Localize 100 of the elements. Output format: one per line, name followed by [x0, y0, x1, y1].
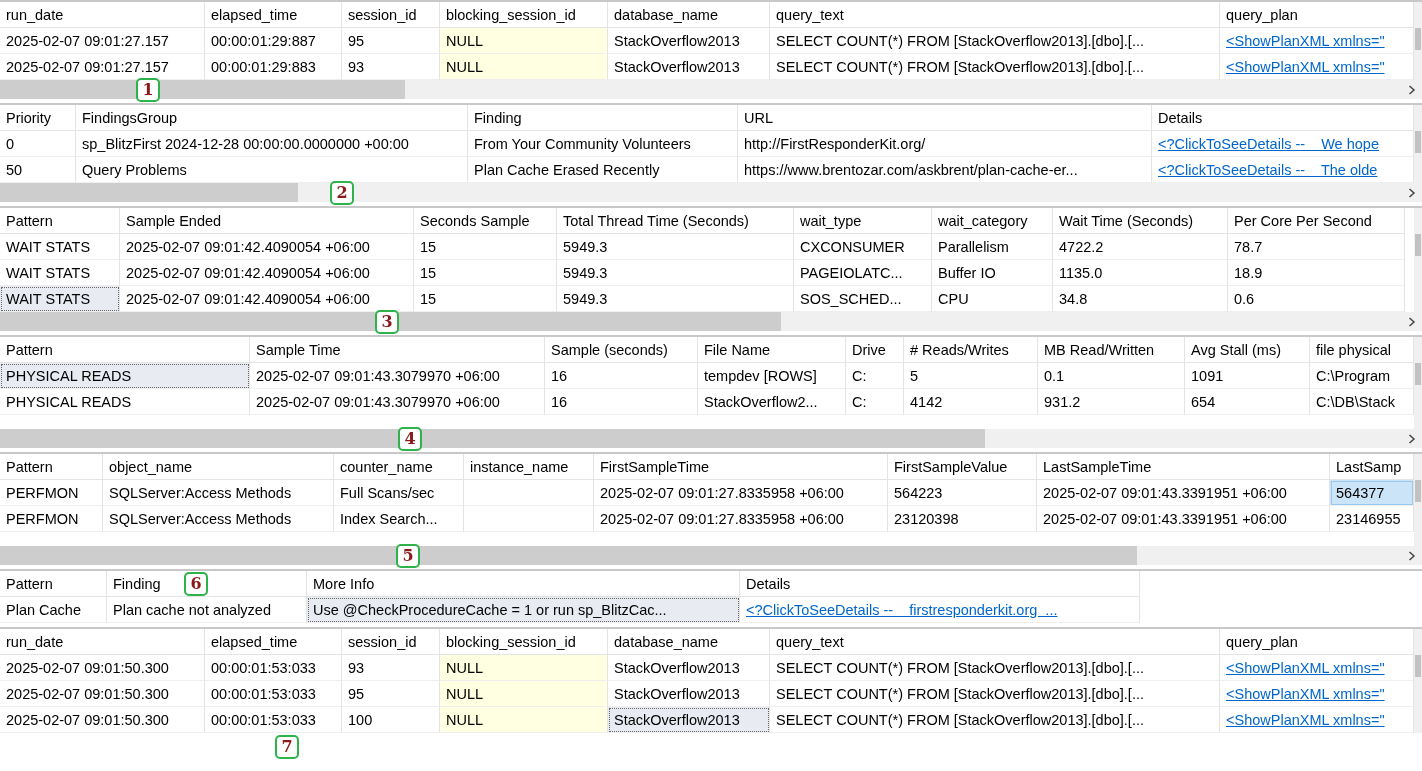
- chevron-right-icon[interactable]: [1408, 551, 1416, 561]
- column-header[interactable]: session_id: [342, 2, 440, 28]
- table-cell: 2025-02-07 09:01:27.157: [0, 28, 205, 54]
- table-cell: 2025-02-07 09:01:27.8335958 +06:00: [594, 506, 888, 532]
- column-header[interactable]: database_name: [608, 629, 770, 655]
- column-header[interactable]: Sample Ended: [120, 208, 414, 234]
- vertical-scrollbar[interactable]: [1414, 629, 1422, 733]
- column-header[interactable]: Drive: [846, 337, 904, 363]
- table-cell: Parallelism: [932, 234, 1053, 260]
- vertical-scrollbar[interactable]: [1414, 454, 1422, 546]
- column-header[interactable]: instance_name: [464, 454, 594, 480]
- column-header[interactable]: More Info: [307, 571, 740, 597]
- table-cell: 5: [904, 363, 1038, 389]
- table-cell: NULL: [440, 54, 608, 80]
- column-header[interactable]: query_plan: [1220, 2, 1414, 28]
- horizontal-scrollbar[interactable]: [0, 546, 1422, 565]
- table-cell: PHYSICAL READS: [0, 363, 250, 389]
- column-header[interactable]: Sample (seconds): [545, 337, 698, 363]
- link-cell[interactable]: <ShowPlanXML xmlns=": [1220, 655, 1414, 681]
- table-cell: Buffer IO: [932, 260, 1053, 286]
- column-header[interactable]: session_id: [342, 629, 440, 655]
- column-header[interactable]: run_date: [0, 629, 205, 655]
- table-cell: SELECT COUNT(*) FROM [StackOverflow2013].[dbo].[...: [770, 54, 1220, 80]
- column-header[interactable]: Pattern: [0, 337, 250, 363]
- link-cell[interactable]: <?ClickToSeeDetails -- firstresponderkit.org ...: [740, 597, 1140, 623]
- vertical-scrollbar[interactable]: [1414, 208, 1422, 312]
- column-header[interactable]: Pattern: [0, 208, 120, 234]
- chevron-right-icon[interactable]: [1408, 188, 1416, 198]
- column-header[interactable]: # Reads/Writes: [904, 337, 1038, 363]
- column-header[interactable]: query_text: [770, 629, 1220, 655]
- column-header[interactable]: Priority: [0, 105, 76, 131]
- table-cell: 5949.3: [557, 260, 794, 286]
- vertical-scrollbar[interactable]: [1414, 337, 1422, 429]
- link-cell[interactable]: <ShowPlanXML xmlns=": [1220, 54, 1414, 80]
- table-cell: SELECT COUNT(*) FROM [StackOverflow2013].[dbo].[...: [770, 655, 1220, 681]
- column-header[interactable]: Avg Stall (ms): [1185, 337, 1310, 363]
- table-cell: NULL: [440, 707, 608, 733]
- table-cell: http://FirstResponderKit.org/: [738, 131, 1152, 157]
- table-cell: 2025-02-07 09:01:43.3079970 +06:00: [250, 389, 545, 415]
- column-header[interactable]: File Name: [698, 337, 846, 363]
- link-cell[interactable]: <?ClickToSeeDetails -- We hope: [1152, 131, 1414, 157]
- column-header[interactable]: Per Core Per Second: [1228, 208, 1405, 234]
- column-header[interactable]: MB Read/Written: [1038, 337, 1185, 363]
- column-header[interactable]: file physical: [1310, 337, 1414, 363]
- table-cell: 1135.0: [1053, 260, 1228, 286]
- column-header[interactable]: blocking_session_id: [440, 2, 608, 28]
- column-header[interactable]: blocking_session_id: [440, 629, 608, 655]
- column-header[interactable]: elapsed_time: [205, 2, 342, 28]
- table-cell: 5949.3: [557, 234, 794, 260]
- column-header[interactable]: Wait Time (Seconds): [1053, 208, 1228, 234]
- table-cell: WAIT STATS: [0, 260, 120, 286]
- column-header[interactable]: query_plan: [1220, 629, 1414, 655]
- table-cell: Plan Cache Erased Recently: [468, 157, 738, 183]
- column-header[interactable]: Pattern: [0, 454, 103, 480]
- horizontal-scrollbar[interactable]: [0, 183, 1422, 202]
- column-header[interactable]: database_name: [608, 2, 770, 28]
- link-cell[interactable]: <ShowPlanXML xmlns=": [1220, 707, 1414, 733]
- table-cell: 00:00:01:53:033: [205, 681, 342, 707]
- table-cell: 16: [545, 389, 698, 415]
- column-header[interactable]: Finding: [468, 105, 738, 131]
- column-header[interactable]: LastSamp: [1330, 454, 1414, 480]
- column-header[interactable]: object_name: [103, 454, 334, 480]
- vertical-scrollbar[interactable]: [1414, 105, 1422, 183]
- column-header[interactable]: FirstSampleValue: [888, 454, 1037, 480]
- link-cell[interactable]: <?ClickToSeeDetails -- The olde: [1152, 157, 1414, 183]
- column-header[interactable]: Pattern: [0, 571, 107, 597]
- horizontal-scrollbar[interactable]: [0, 429, 1422, 448]
- column-header[interactable]: FirstSampleTime: [594, 454, 888, 480]
- chevron-right-icon[interactable]: [1408, 85, 1416, 95]
- column-header[interactable]: LastSampleTime: [1037, 454, 1330, 480]
- column-header[interactable]: wait_category: [932, 208, 1053, 234]
- link-cell[interactable]: <ShowPlanXML xmlns=": [1220, 28, 1414, 54]
- column-header[interactable]: wait_type: [794, 208, 932, 234]
- chevron-right-icon[interactable]: [1408, 317, 1416, 327]
- vertical-scrollbar[interactable]: [1414, 2, 1422, 80]
- column-header[interactable]: URL: [738, 105, 1152, 131]
- table-cell: PERFMON: [0, 506, 103, 532]
- table-cell: 2025-02-07 09:01:43.3079970 +06:00: [250, 363, 545, 389]
- horizontal-scrollbar[interactable]: [0, 312, 1422, 331]
- column-header[interactable]: query_text: [770, 2, 1220, 28]
- column-header[interactable]: Details: [740, 571, 1140, 597]
- column-header[interactable]: Details: [1152, 105, 1414, 131]
- table-cell: tempdev [ROWS]: [698, 363, 846, 389]
- horizontal-scrollbar[interactable]: [0, 80, 1422, 99]
- table-cell: 34.8: [1053, 286, 1228, 312]
- table-cell: 78.7: [1228, 234, 1405, 260]
- callout-number: 5: [396, 544, 420, 568]
- column-header[interactable]: run_date: [0, 2, 205, 28]
- table-cell: 23120398: [888, 506, 1037, 532]
- table-cell: 654: [1185, 389, 1310, 415]
- column-header[interactable]: FindingsGroup: [76, 105, 468, 131]
- table-cell: Query Problems: [76, 157, 468, 183]
- link-cell[interactable]: <ShowPlanXML xmlns=": [1220, 681, 1414, 707]
- column-header[interactable]: elapsed_time: [205, 629, 342, 655]
- column-header[interactable]: counter_name: [334, 454, 464, 480]
- chevron-right-icon[interactable]: [1408, 434, 1416, 444]
- table-cell: 564377: [1330, 480, 1414, 506]
- column-header[interactable]: Seconds Sample: [414, 208, 557, 234]
- column-header[interactable]: Total Thread Time (Seconds): [557, 208, 794, 234]
- column-header[interactable]: Sample Time: [250, 337, 545, 363]
